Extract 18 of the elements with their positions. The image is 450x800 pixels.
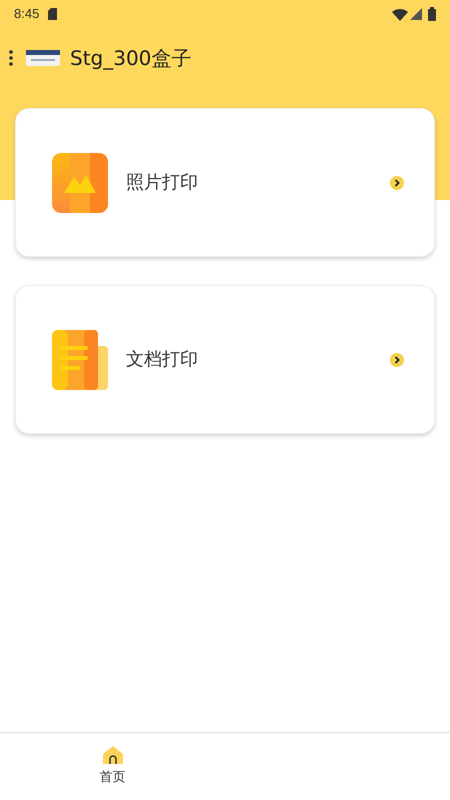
- option-label: 照片打印: [126, 171, 199, 195]
- battery-icon: [428, 7, 436, 21]
- home-icon: [102, 746, 122, 764]
- sd-card-icon: [48, 8, 58, 20]
- nav-tab[interactable]: 首页: [0, 733, 225, 800]
- photo-icon: [52, 152, 108, 212]
- app-title: Stg_300盒子: [70, 45, 192, 72]
- chevron-right-icon: [390, 176, 404, 190]
- printer-icon: [26, 48, 60, 68]
- print-option-card[interactable]: 文档打印: [15, 285, 435, 434]
- print-option-card[interactable]: 照片打印: [15, 108, 435, 257]
- more-menu-icon[interactable]: [8, 50, 14, 66]
- signal-icon: [410, 8, 422, 20]
- option-label: 文档打印: [126, 348, 199, 372]
- document-icon: [52, 330, 108, 390]
- chevron-right-icon: [390, 352, 404, 366]
- wifi-icon: [392, 8, 408, 20]
- status-time: 8:45: [14, 5, 40, 24]
